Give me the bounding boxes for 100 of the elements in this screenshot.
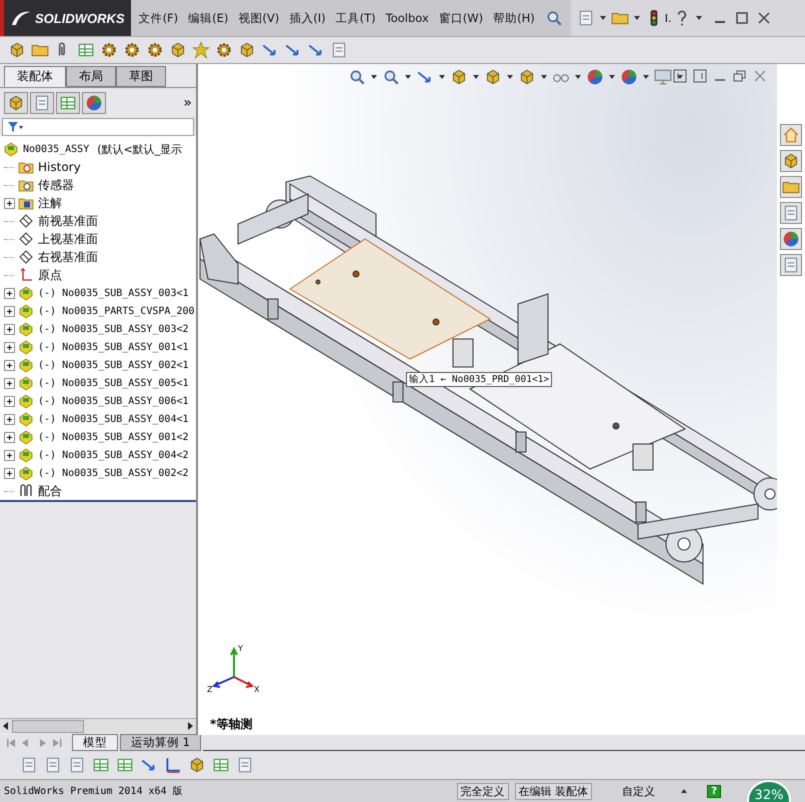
gear-icon[interactable] — [100, 41, 118, 59]
caret-icon[interactable] — [507, 75, 513, 79]
expand-icon[interactable] — [4, 432, 14, 442]
tree-item[interactable]: 注解 — [38, 194, 62, 212]
status-units[interactable]: 自定义 — [622, 784, 656, 798]
caret-icon[interactable] — [634, 16, 640, 20]
star-icon[interactable] — [192, 41, 210, 59]
caret-icon[interactable] — [696, 16, 702, 20]
document-icon[interactable] — [33, 94, 51, 112]
menu-item[interactable]: 窗口(W) — [438, 10, 484, 26]
bottom-tab[interactable]: 运动算例 1 — [120, 734, 201, 751]
document-icon[interactable] — [68, 756, 86, 774]
menu-item[interactable]: Toolbox — [386, 11, 429, 25]
tree-item[interactable]: 传感器 — [38, 176, 74, 194]
bottom-tab[interactable]: 模型 — [72, 734, 118, 751]
gear-icon[interactable] — [123, 41, 141, 59]
maximize-icon[interactable] — [735, 11, 750, 25]
caret-icon[interactable] — [600, 16, 606, 20]
tree-item[interactable]: 配合 — [38, 482, 62, 500]
caret-icon[interactable] — [371, 75, 377, 79]
expand-icon[interactable] — [4, 360, 14, 370]
caret-icon[interactable] — [439, 75, 445, 79]
panel-right-icon[interactable] — [693, 69, 707, 83]
zoom-icon[interactable] — [348, 68, 366, 86]
close-icon[interactable] — [757, 11, 772, 25]
panel-left-icon[interactable] — [673, 69, 687, 83]
tree-item[interactable]: History — [38, 160, 81, 174]
caret-icon[interactable] — [609, 75, 615, 79]
expand-icon[interactable] — [4, 396, 14, 406]
tree-item[interactable]: (-) No0035_SUB_ASSY_001<2 — [38, 432, 189, 442]
expand-icon[interactable] — [4, 306, 14, 316]
help-label[interactable]: I. — [664, 12, 672, 24]
filter-field[interactable] — [2, 118, 194, 136]
cube-icon[interactable] — [169, 41, 187, 59]
zoom-icon[interactable] — [382, 68, 400, 86]
caret-up-icon[interactable] — [681, 789, 688, 793]
scroll-right-icon[interactable] — [186, 722, 194, 730]
cube-icon[interactable] — [518, 68, 536, 86]
grid-icon[interactable] — [92, 756, 110, 774]
tree-item[interactable]: (-) No0035_SUB_ASSY_002<2 — [38, 468, 189, 478]
tree-item[interactable]: (-) No0035_SUB_ASSY_006<1 — [38, 396, 189, 406]
menu-item[interactable]: 工具(T) — [336, 10, 376, 26]
tree-item[interactable]: (-) No0035_PARTS_CVSPA_200 — [38, 306, 195, 316]
tree-item[interactable]: (-) No0035_SUB_ASSY_001<1 — [38, 342, 189, 352]
caret-icon[interactable] — [677, 75, 683, 79]
document-icon[interactable] — [44, 756, 62, 774]
tree-item[interactable]: (-) No0035_SUB_ASSY_003<1 — [38, 288, 189, 298]
caret-icon[interactable] — [405, 75, 411, 79]
expand-icon[interactable] — [4, 414, 14, 424]
tree-item[interactable]: (-) No0035_SUB_ASSY_005<1 — [38, 378, 189, 388]
grid-icon[interactable] — [59, 94, 77, 112]
grid-icon[interactable] — [212, 756, 230, 774]
cube-icon[interactable] — [238, 41, 256, 59]
expand-icon[interactable] — [4, 468, 14, 478]
tree-item[interactable]: 右视基准面 — [38, 248, 98, 266]
cube-icon[interactable] — [7, 94, 25, 112]
menu-item[interactable]: 文件(F) — [138, 10, 178, 26]
tree-item[interactable]: (-) No0035_SUB_ASSY_002<1 — [38, 360, 189, 370]
scroll-left-icon[interactable] — [2, 722, 10, 730]
tree-item[interactable]: No0035_ASSY — [23, 144, 90, 154]
cube-icon[interactable] — [782, 152, 800, 170]
panel-tab[interactable]: 装配体 — [4, 66, 66, 87]
caret-icon[interactable] — [541, 75, 547, 79]
axes-icon[interactable] — [164, 756, 182, 774]
filter-icon[interactable] — [7, 121, 23, 133]
menu-item[interactable]: 插入(I) — [289, 10, 326, 26]
cube-icon[interactable] — [8, 41, 26, 59]
sphere-icon[interactable] — [85, 94, 103, 112]
document-icon[interactable] — [236, 756, 254, 774]
expand-icon[interactable] — [4, 288, 14, 298]
caret-icon[interactable] — [643, 75, 649, 79]
tree-item[interactable]: 前视基准面 — [38, 212, 98, 230]
cube-icon[interactable] — [450, 68, 468, 86]
document-icon[interactable] — [330, 41, 348, 59]
gear-icon[interactable] — [215, 41, 233, 59]
panel-tab[interactable]: 布局 — [66, 66, 116, 87]
tree-item[interactable]: (-) No0035_SUB_ASSY_004<1 — [38, 414, 189, 424]
tree-item[interactable]: (-) No0035_SUB_ASSY_004<2 — [38, 450, 189, 460]
tree-item[interactable]: (-) No0035_SUB_ASSY_003<2 — [38, 324, 189, 334]
panel-tab[interactable]: 草图 — [116, 66, 166, 87]
expand-icon[interactable] — [4, 378, 14, 388]
menu-item[interactable]: 帮助(H) — [493, 10, 535, 26]
menu-item[interactable]: 视图(V) — [238, 10, 280, 26]
sphere-icon[interactable] — [782, 230, 800, 248]
expand-icon[interactable] — [4, 450, 14, 460]
expand-icon[interactable] — [4, 198, 14, 208]
sphere-icon[interactable] — [620, 68, 638, 86]
document-icon[interactable] — [20, 756, 38, 774]
zoom-icon[interactable] — [544, 9, 563, 27]
tree-item[interactable]: 原点 — [38, 266, 62, 284]
tree-item[interactable]: 上视基准面 — [38, 230, 98, 248]
sphere-icon[interactable] — [586, 68, 604, 86]
document-icon[interactable] — [782, 256, 800, 274]
more-button[interactable]: » — [183, 95, 192, 111]
caret-icon[interactable] — [575, 75, 581, 79]
document-icon[interactable] — [782, 204, 800, 222]
grid-icon[interactable] — [116, 756, 134, 774]
cube-icon[interactable] — [484, 68, 502, 86]
menu-item[interactable]: 编辑(E) — [188, 10, 228, 26]
expand-icon[interactable] — [4, 342, 14, 352]
